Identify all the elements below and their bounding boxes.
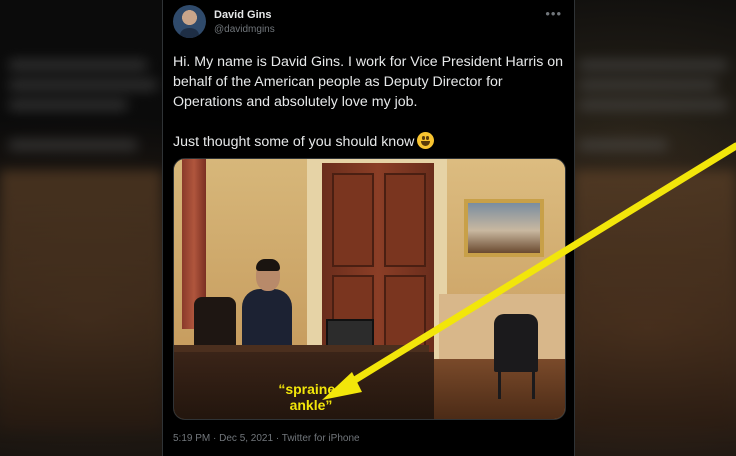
door-panel xyxy=(332,173,374,267)
tweet-text: Hi. My name is David Gins. I work for Vi… xyxy=(173,52,568,152)
avatar[interactable] xyxy=(173,5,206,38)
author-handle[interactable]: @davidmgins xyxy=(214,24,275,35)
ghost-text-line xyxy=(578,140,668,150)
tweet-card: David Gins @davidmgins ••• Hi. My name i… xyxy=(162,0,575,456)
ghost-text-line xyxy=(578,60,728,70)
ghost-text-line xyxy=(8,140,138,150)
photo-side-chair xyxy=(494,314,538,372)
ghost-text-line xyxy=(8,100,128,110)
grinning-face-icon xyxy=(417,132,435,149)
tweet-photo[interactable]: “sprained ankle” xyxy=(173,158,566,420)
ghost-text-line xyxy=(8,60,148,70)
photo-wall-picture xyxy=(464,199,544,257)
tweet-paragraph: Hi. My name is David Gins. I work for Vi… xyxy=(173,54,564,110)
annotation-caption: “sprained ankle” xyxy=(278,381,344,413)
blurred-backdrop-right xyxy=(574,0,736,456)
chair-leg xyxy=(532,369,535,399)
ghost-text-line xyxy=(578,80,718,90)
ghost-text-line xyxy=(8,80,158,90)
ghost-photo xyxy=(574,170,736,430)
author-name[interactable]: David Gins xyxy=(214,9,271,21)
blurred-backdrop-left xyxy=(0,0,162,456)
more-options-icon[interactable]: ••• xyxy=(545,6,562,21)
tweet-timestamp[interactable]: 5:19 PM · Dec 5, 2021 · Twitter for iPho… xyxy=(173,433,360,444)
chair-leg xyxy=(498,369,501,399)
photo-person-body xyxy=(242,289,292,349)
photo-person-hair xyxy=(256,259,280,271)
tweet-paragraph-2: Just thought some of you should know xyxy=(173,132,568,152)
tweet-paragraph-text: Just thought some of you should know xyxy=(173,134,415,150)
ghost-text-line xyxy=(578,100,728,110)
ghost-photo xyxy=(0,170,162,430)
door-panel xyxy=(384,173,426,267)
